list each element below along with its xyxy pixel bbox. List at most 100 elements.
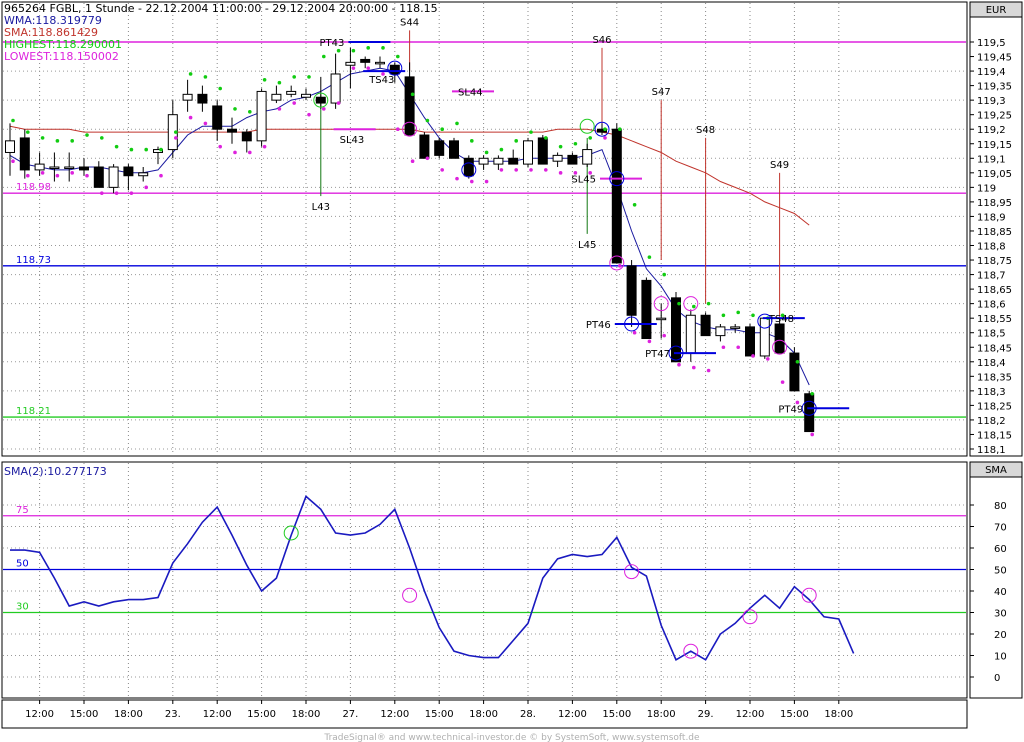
price-tick-label: 119,25 <box>977 111 1012 122</box>
lowest-dot <box>410 159 415 163</box>
trade-mark-label: TS43 <box>368 75 394 86</box>
highest-dot <box>218 86 222 91</box>
short-signal-label: S46 <box>592 35 611 46</box>
candle-body <box>227 128 237 133</box>
time-tick-label: 12:00 <box>736 709 765 720</box>
oscillator-tick-label: 80 <box>994 501 1007 512</box>
lowest-dot <box>70 171 74 175</box>
highest-dot <box>233 107 237 111</box>
candle-body <box>493 157 504 165</box>
highest-dot <box>440 127 445 132</box>
price-tick-label: 118,8 <box>977 242 1006 253</box>
price-tick-label: 118,6 <box>977 300 1006 311</box>
candle-body <box>552 154 563 162</box>
candle-body <box>330 73 341 104</box>
lowest-dot <box>440 168 445 172</box>
chart-info-block: 965264 FGBL, 1 Stunde - 22.12.2004 11:00… <box>4 3 438 63</box>
lowest-dot <box>662 333 666 338</box>
trade-mark-label: PT47 <box>645 349 670 360</box>
highest-dot <box>736 310 740 315</box>
time-tick-label: 27. <box>342 709 358 720</box>
lowest-dot <box>425 156 430 161</box>
candle-body <box>611 128 622 264</box>
lowest-dot <box>85 173 89 178</box>
time-tick-label: 15:00 <box>247 709 276 720</box>
price-tick-label: 118,2 <box>977 416 1006 427</box>
highest-dot <box>514 139 518 143</box>
candle-body <box>582 149 593 165</box>
lowest-dot <box>144 185 148 190</box>
candle-body <box>404 76 415 136</box>
candle-body <box>286 90 297 95</box>
highest-dot <box>11 118 15 123</box>
candle-body <box>93 166 104 188</box>
time-tick-label: 18:00 <box>469 709 498 720</box>
time-tick-label: 12:00 <box>558 709 587 720</box>
price-tick-label: 119,15 <box>977 140 1012 151</box>
oscillator-level-label: 30 <box>16 602 29 613</box>
lowest-dot <box>692 365 696 370</box>
lowest-dot <box>721 345 726 350</box>
highest-dot <box>159 147 163 152</box>
candle-body <box>419 134 430 159</box>
long-signal-label: L43 <box>312 202 330 213</box>
lowest-dot <box>366 66 371 70</box>
highest-dot <box>810 391 814 396</box>
candle-body <box>212 105 223 130</box>
highest-dot <box>706 301 711 306</box>
time-tick-label: 15:00 <box>425 709 454 720</box>
lowest-dot <box>529 168 533 172</box>
highest-dot <box>662 272 666 277</box>
highest-dot <box>588 136 592 140</box>
highest-dot <box>114 144 119 149</box>
candle-body <box>49 166 60 170</box>
lowest-dot <box>351 66 356 70</box>
highest-dot <box>558 144 563 149</box>
candle-body <box>197 93 208 104</box>
lowest-dot <box>455 176 459 181</box>
price-tick-label: 118,5 <box>977 329 1006 340</box>
lowest-dot <box>307 112 311 117</box>
oscillator-level-label: 50 <box>16 559 29 570</box>
lowest-dot <box>558 171 563 175</box>
highest-dot <box>203 75 208 79</box>
lowest-dot <box>188 115 193 120</box>
highest-dot <box>174 130 178 134</box>
time-tick-label: 18:00 <box>824 709 853 720</box>
time-tick-label: 15:00 <box>602 709 631 720</box>
candle-body <box>64 166 75 170</box>
highest-dot <box>70 139 74 143</box>
price-level-label: 118.73 <box>16 255 51 266</box>
lowest-dot <box>499 168 504 172</box>
candle-body <box>138 172 149 177</box>
highest-dot <box>647 255 652 259</box>
lowest-dot <box>336 101 341 105</box>
highest-dot <box>484 150 489 155</box>
price-tick-label: 118,85 <box>977 227 1012 238</box>
lowest-dot <box>706 368 711 373</box>
lowest-dot <box>129 191 134 195</box>
price-tick-label: 118,65 <box>977 285 1012 296</box>
highest-dot <box>277 80 282 85</box>
lowest-dot <box>100 191 104 195</box>
candle-body <box>745 326 755 357</box>
highest-dot <box>455 121 459 126</box>
highest-dot <box>248 109 252 114</box>
lowest-dot <box>470 179 474 184</box>
oscillator-tick-label: 0 <box>994 673 1000 684</box>
lowest-dot <box>262 144 267 149</box>
price-tick-label: 118,75 <box>977 256 1012 267</box>
price-tick-label: 118,95 <box>977 198 1012 209</box>
candle-body <box>567 154 578 165</box>
trade-mark-label: SL45 <box>571 175 596 186</box>
candle-body <box>271 93 282 101</box>
lowest-dot <box>751 354 755 358</box>
highest-dot <box>144 147 148 152</box>
short-signal-label: S49 <box>770 160 789 171</box>
lowest-dot <box>233 150 237 155</box>
highest-dot <box>85 133 89 137</box>
time-tick-label: 12:00 <box>380 709 409 720</box>
highest-dot <box>632 203 637 207</box>
highest-dot <box>307 75 311 79</box>
candle-body <box>641 279 652 340</box>
